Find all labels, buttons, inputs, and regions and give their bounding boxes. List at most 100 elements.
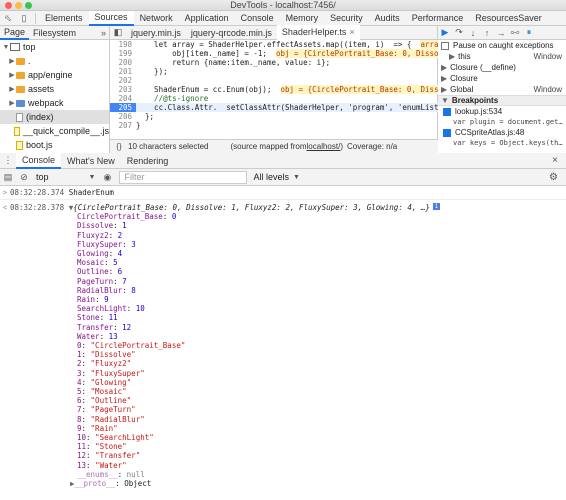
deactivate-breakpoints-icon[interactable]: ⧟	[508, 26, 522, 40]
tree-item[interactable]: ▶ webpack	[0, 96, 109, 110]
folder-icon	[16, 85, 25, 93]
breakpoint-item[interactable]: CCSpriteAtlas.js:48	[438, 127, 566, 138]
line-number[interactable]: 201	[110, 67, 136, 76]
tab-whats-new[interactable]: What's New	[61, 153, 121, 169]
code-area[interactable]: 198 let array = ShaderHelper.effectAsset…	[110, 40, 438, 139]
tab-elements[interactable]: Elements	[39, 11, 89, 26]
breakpoint-checkbox[interactable]	[443, 107, 451, 116]
resume-icon[interactable]: ▶	[438, 26, 452, 40]
breakpoint-line-number[interactable]: 205	[110, 103, 136, 112]
editor-tab[interactable]: ShaderHelper.ts ×	[276, 25, 360, 40]
property-key: 10	[77, 433, 87, 443]
line-number[interactable]: 198	[110, 40, 136, 49]
tab-application[interactable]: Application	[179, 11, 235, 26]
code-line: 203 ShaderEnum = cc.Enum(obj); obj = {Ci…	[110, 85, 438, 94]
code-content: //@ts-ignore	[136, 94, 209, 103]
property-key: 13	[77, 460, 87, 470]
pause-caught-checkbox[interactable]	[441, 41, 449, 50]
device-toggle-icon[interactable]: ▯	[16, 11, 32, 25]
clear-console-icon[interactable]: ⊘	[16, 172, 32, 183]
property-value: "Stone"	[95, 442, 127, 452]
editor-status-bar: {} 10 characters selected (source mapped…	[110, 139, 438, 153]
expand-triangle-icon[interactable]: ▶	[449, 52, 455, 61]
tab-rendering[interactable]: Rendering	[121, 153, 175, 169]
line-number[interactable]: 202	[110, 76, 136, 85]
code-line: 201 });	[110, 67, 438, 76]
tree-item[interactable]: __quick_compile__.js	[0, 124, 109, 138]
inspect-icon[interactable]: ⬁	[0, 11, 16, 25]
log-levels-dropdown[interactable]: All levels ▼	[253, 172, 299, 182]
more-tabs-icon[interactable]: »	[101, 28, 109, 38]
pause-exceptions-icon[interactable]: ⏸	[522, 26, 536, 40]
line-number[interactable]: 204	[110, 94, 136, 103]
property-value: "Water"	[95, 460, 127, 470]
tab-audits[interactable]: Audits	[369, 11, 406, 26]
toggle-navigator-icon[interactable]: ◧	[110, 26, 126, 40]
tab-resourcessaver[interactable]: ResourcesSaver	[469, 11, 548, 26]
tree-item-label: top	[23, 42, 36, 52]
source-map-link[interactable]: localhost/	[307, 142, 341, 151]
property-value: "Glowing"	[90, 377, 132, 387]
object-property: 4: "Glowing"	[77, 377, 132, 387]
expand-triangle-icon[interactable]: ▶	[441, 85, 447, 94]
expand-triangle-icon[interactable]: ▶	[441, 74, 447, 83]
tree-item[interactable]: ▶ app/engine	[0, 68, 109, 82]
pretty-print-button[interactable]: {}	[110, 142, 128, 151]
context-selector[interactable]: top ▼	[32, 172, 99, 182]
code-content: let array = ShaderHelper.effectAssets.ma…	[136, 40, 421, 49]
breakpoint-checkbox[interactable]	[443, 128, 451, 137]
property-value: 2	[117, 230, 123, 240]
step-icon[interactable]: →	[494, 26, 508, 40]
tree-item[interactable]: ▶ assets	[0, 82, 109, 96]
console-result-row[interactable]: < 08:32:28.378 ▼ {CirclePortrait_Base: 0…	[0, 200, 566, 212]
close-icon[interactable]: ×	[349, 27, 354, 37]
eye-icon[interactable]: ◉	[99, 172, 115, 183]
editor-tab[interactable]: jquery.min.js	[126, 26, 186, 40]
tree-item[interactable]: ▼ top	[0, 40, 109, 54]
step-over-icon[interactable]: ↷	[452, 26, 466, 40]
tab-page[interactable]: Page	[0, 26, 30, 40]
scope-item[interactable]: ▶ Closure	[438, 73, 566, 84]
step-into-icon[interactable]: ↓	[466, 26, 480, 40]
tab-console[interactable]: Console	[16, 152, 62, 169]
show-sidebar-icon[interactable]: ▤	[0, 172, 16, 183]
proto-property[interactable]: ▶__proto__: Object	[0, 479, 566, 488]
tab-sources[interactable]: Sources	[88, 10, 134, 26]
line-number[interactable]: 199	[110, 49, 136, 58]
tab-filesystem[interactable]: Filesystem	[29, 26, 80, 40]
expand-triangle-icon: ▼	[2, 43, 10, 51]
tree-item[interactable]: (index)	[0, 110, 109, 124]
js-file-icon	[14, 126, 20, 136]
tab-memory[interactable]: Memory	[280, 11, 325, 26]
scope-item[interactable]: ▶ Global Window	[438, 84, 566, 95]
drawer-menu-icon[interactable]: ⋮	[0, 154, 16, 168]
object-property: Transfer: 12	[77, 322, 132, 332]
tree-item[interactable]: boot.js	[0, 138, 109, 152]
breakpoint-location: lookup.js:534	[455, 107, 503, 116]
pause-caught-exceptions-row[interactable]: Pause on caught exceptions	[438, 40, 566, 51]
scope-item[interactable]: ▶ Closure (__define)	[438, 62, 566, 73]
editor-tab[interactable]: jquery-qrcode.min.js	[186, 26, 277, 40]
breakpoints-header[interactable]: ▼ Breakpoints	[438, 95, 566, 106]
line-number[interactable]: 207	[110, 121, 136, 130]
object-property: 2: "Fluxyz2"	[77, 359, 132, 369]
scope-item[interactable]: ▶ this Window	[438, 51, 566, 62]
step-out-icon[interactable]: ↑	[480, 26, 494, 40]
breakpoint-item[interactable]: lookup.js:534	[438, 106, 566, 117]
tab-security[interactable]: Security	[324, 11, 369, 26]
scope-name: Global	[450, 85, 474, 94]
console-filter-input[interactable]: Filter	[119, 170, 248, 184]
line-number[interactable]: 206	[110, 112, 136, 121]
property-key: 8	[77, 414, 82, 424]
expand-triangle-icon[interactable]: ▶	[441, 63, 447, 72]
tree-item[interactable]: ▶.	[0, 54, 109, 68]
tab-network[interactable]: Network	[134, 11, 179, 26]
info-icon: i	[432, 203, 440, 210]
tab-performance[interactable]: Performance	[406, 11, 470, 26]
property-key: Glowing	[77, 249, 109, 259]
line-number[interactable]: 200	[110, 58, 136, 67]
close-drawer-icon[interactable]: ×	[552, 155, 566, 166]
gear-icon[interactable]: ⚙	[549, 172, 566, 183]
line-number[interactable]: 203	[110, 85, 136, 94]
tab-console[interactable]: Console	[235, 11, 280, 26]
